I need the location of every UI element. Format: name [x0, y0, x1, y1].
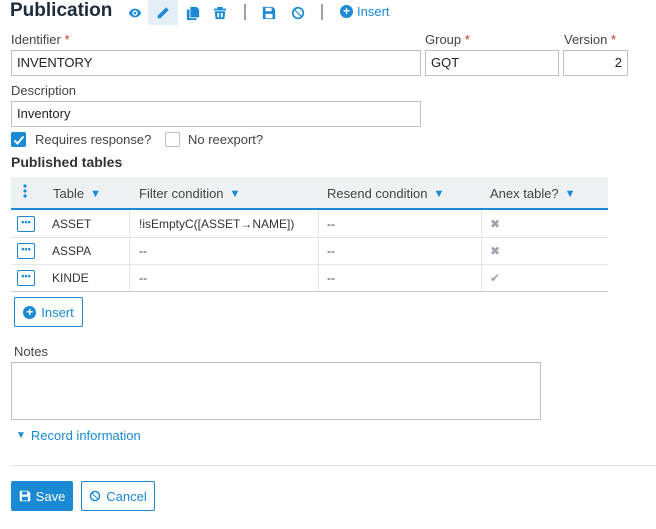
cell-table: ASSET — [52, 217, 92, 231]
check-icon — [13, 135, 25, 145]
notes-textarea[interactable] — [11, 362, 541, 420]
record-information-label: Record information — [30, 428, 141, 443]
column-header-resend[interactable]: Resend condition ▼ — [327, 186, 444, 201]
column-header-label: Resend condition — [327, 186, 428, 201]
cell-resend: -- — [327, 217, 335, 231]
no-reexport-checkbox[interactable] — [165, 132, 180, 147]
required-mark: * — [64, 32, 70, 47]
x-icon: ✖ — [490, 244, 501, 258]
column-menu-icon[interactable] — [23, 184, 27, 198]
ban-icon[interactable] — [287, 3, 309, 23]
insert-row-label: Insert — [41, 304, 74, 320]
chevron-down-icon: ▼ — [229, 187, 241, 200]
chevron-down-icon: ▼ — [16, 430, 26, 441]
table-row[interactable]: ••• KINDE -- -- ✔ — [11, 265, 608, 292]
requires-response-label: Requires response? — [35, 132, 152, 147]
toolbar-separator — [244, 4, 246, 20]
cell-filter: -- — [139, 244, 147, 258]
group-label-text: Group — [425, 32, 462, 47]
cell-resend: -- — [327, 271, 335, 285]
save-icon[interactable] — [258, 3, 280, 23]
cell-table: KINDE — [52, 271, 89, 285]
column-header-table[interactable]: Table ▼ — [53, 186, 101, 201]
record-information-toggle[interactable]: ▼ Record information — [16, 428, 141, 443]
save-button[interactable]: Save — [11, 481, 73, 511]
description-label: Description — [11, 83, 77, 98]
cancel-button[interactable]: Cancel — [81, 481, 155, 511]
cell-resend: -- — [327, 244, 335, 258]
eye-icon[interactable] — [124, 3, 146, 23]
row-menu-button[interactable]: ••• — [17, 243, 35, 259]
pencil-icon[interactable] — [148, 0, 178, 25]
column-header-label: Anex table? — [490, 186, 559, 201]
divider — [11, 465, 656, 466]
plus-circle-icon: + — [340, 5, 353, 18]
insert-row-button[interactable]: + Insert — [14, 297, 83, 327]
insert-button[interactable]: + Insert — [340, 4, 390, 19]
check-icon: ✔ — [490, 271, 501, 285]
published-tables-title: Published tables — [11, 154, 123, 170]
copy-icon[interactable] — [182, 3, 204, 23]
requires-response-checkbox[interactable] — [11, 132, 26, 147]
identifier-label: Identifier * — [11, 32, 70, 47]
required-mark: * — [611, 32, 617, 47]
cancel-label: Cancel — [106, 488, 147, 504]
chevron-down-icon: ▼ — [90, 187, 101, 200]
notes-label: Notes — [14, 344, 48, 359]
group-label: Group * — [425, 32, 470, 47]
table-header: Table ▼ Filter condition ▼ Resend condit… — [11, 177, 608, 210]
column-header-filter[interactable]: Filter condition ▼ — [139, 186, 240, 201]
table-row[interactable]: ••• ASSPA -- -- ✖ — [11, 238, 608, 265]
chevron-down-icon: ▼ — [433, 187, 445, 200]
required-mark: * — [464, 32, 470, 47]
x-icon: ✖ — [490, 217, 501, 231]
insert-label: Insert — [357, 4, 390, 19]
column-header-label: Filter condition — [139, 186, 224, 201]
column-header-label: Table — [53, 186, 85, 201]
group-field[interactable]: GQT — [425, 50, 559, 76]
no-reexport-label: No reexport? — [188, 132, 264, 147]
row-menu-button[interactable]: ••• — [17, 216, 35, 232]
toolbar-separator — [321, 4, 323, 20]
save-label: Save — [35, 488, 66, 504]
identifier-field[interactable]: INVENTORY — [11, 50, 421, 76]
cell-filter: !isEmptyC([ASSET→NAME]) — [139, 217, 295, 231]
save-icon — [19, 490, 30, 502]
column-header-anex[interactable]: Anex table? ▼ — [490, 186, 576, 201]
trash-icon[interactable] — [209, 3, 231, 23]
version-label-text: Version — [564, 32, 608, 47]
ban-icon — [90, 490, 101, 502]
cell-filter: -- — [139, 271, 147, 285]
table-row[interactable]: ••• ASSET !isEmptyC([ASSET→NAME]) -- ✖ — [11, 211, 608, 238]
chevron-down-icon: ▼ — [564, 187, 576, 200]
plus-circle-icon: + — [23, 305, 37, 319]
row-menu-button[interactable]: ••• — [17, 270, 35, 286]
version-field[interactable]: 2 — [563, 50, 628, 76]
description-field[interactable]: Inventory — [11, 101, 421, 127]
cell-table: ASSPA — [52, 244, 92, 258]
page-title: Publication — [10, 0, 113, 21]
identifier-label-text: Identifier — [11, 32, 61, 47]
version-label: Version * — [564, 32, 616, 47]
